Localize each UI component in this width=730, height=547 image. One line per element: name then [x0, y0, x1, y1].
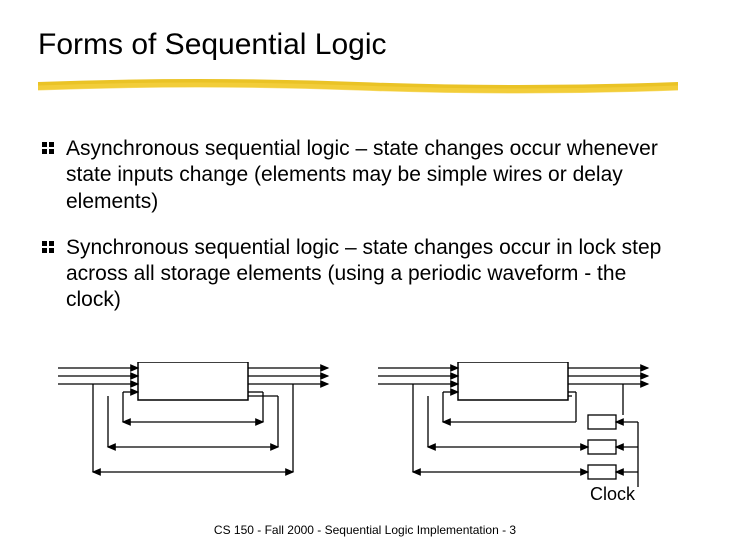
bullet-text: Synchronous sequential logic – state cha…	[66, 235, 680, 314]
async-diagram	[38, 362, 338, 492]
bullet-list: Asynchronous sequential logic – state ch…	[40, 136, 680, 334]
bullet-item: Asynchronous sequential logic – state ch…	[40, 136, 680, 215]
clock-label: Clock	[590, 484, 635, 505]
zapf-bullet-icon	[40, 140, 56, 156]
slide-footer: CS 150 - Fall 2000 - Sequential Logic Im…	[0, 523, 730, 537]
sync-diagram	[358, 362, 678, 492]
bullet-text: Asynchronous sequential logic – state ch…	[66, 136, 680, 215]
zapf-bullet-icon	[40, 239, 56, 255]
diagram-area	[38, 362, 678, 492]
title-underline	[38, 78, 678, 96]
bullet-item: Synchronous sequential logic – state cha…	[40, 235, 680, 314]
slide-title: Forms of Sequential Logic	[0, 0, 730, 62]
